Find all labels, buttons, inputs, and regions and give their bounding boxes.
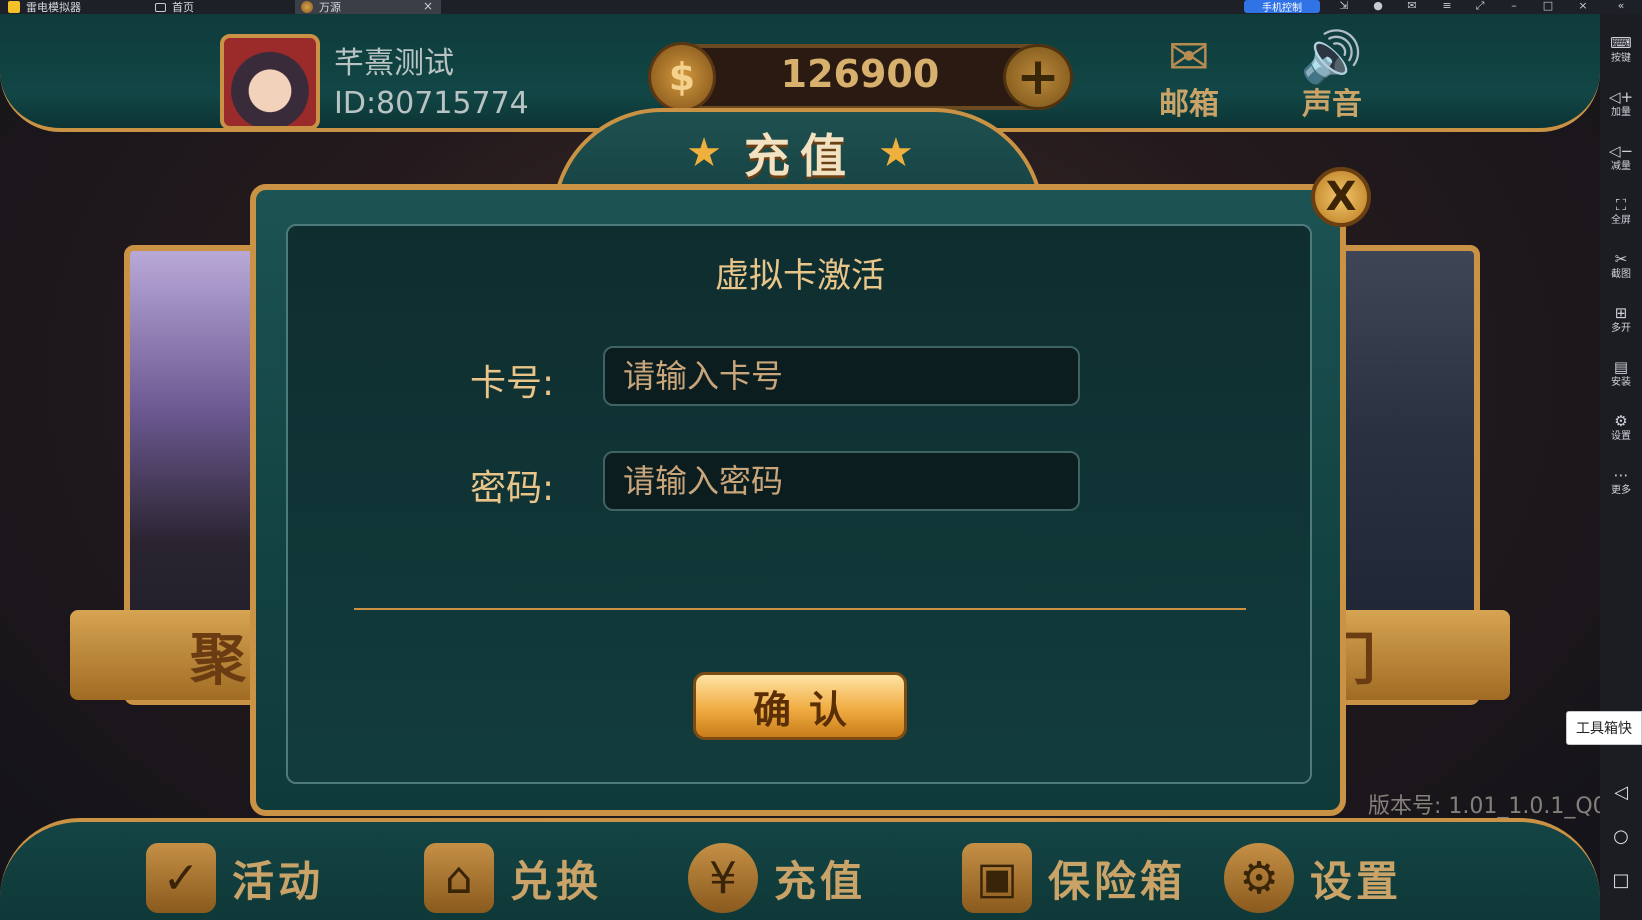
toolbar-multi-instance[interactable]: ⊞ 多开: [1600, 304, 1642, 336]
activity-label: 活动: [232, 856, 325, 906]
coin-icon: $: [648, 42, 716, 112]
tab-label: 万源: [319, 1, 341, 14]
toolbar-fullscreen[interactable]: ⛶ 全屏: [1600, 196, 1642, 228]
plus-icon: +: [1016, 47, 1060, 107]
tab-label: 雷电模拟器: [26, 1, 81, 14]
divider: [354, 608, 1246, 610]
home-circle-icon[interactable]: ○: [1600, 826, 1642, 847]
back-icon[interactable]: ◁: [1600, 782, 1642, 803]
toolbar-label: 截图: [1611, 269, 1631, 280]
safe-button[interactable]: ▣ 保险箱: [962, 838, 1186, 918]
tab-emulator[interactable]: 雷电模拟器: [8, 0, 81, 14]
left-card-ribbon: 聚: [70, 610, 270, 700]
add-coins-button[interactable]: +: [1003, 44, 1073, 110]
section-title: 虚拟卡激活: [715, 256, 885, 296]
tab-game[interactable]: 万源 ×: [295, 0, 441, 14]
settings-label: 设置: [1310, 856, 1403, 906]
dialog-title: 充值: [744, 129, 856, 183]
more-icon: ⋯: [1613, 466, 1629, 484]
close-dialog-button[interactable]: X: [1311, 167, 1371, 227]
volume-up-icon: ◁+: [1608, 88, 1634, 106]
tab-label: 首页: [172, 1, 194, 14]
recents-icon[interactable]: □: [1600, 870, 1642, 891]
mailbox-label: 邮箱: [1159, 87, 1219, 122]
envelope-icon: ✉: [1168, 28, 1210, 86]
toolbar-label: 安装: [1611, 377, 1631, 388]
ribbon-text: 聚: [190, 627, 246, 693]
menu-icon[interactable]: ≡: [1440, 0, 1454, 13]
toolbar-screenshot[interactable]: ✂ 截图: [1600, 250, 1642, 282]
home-icon: [155, 2, 166, 12]
activity-button[interactable]: ✓ 活动: [146, 838, 324, 918]
volume-down-icon: ◁−: [1608, 142, 1634, 160]
tab-home[interactable]: 首页: [155, 0, 194, 14]
shop-icon: ⌂: [424, 843, 494, 913]
password-label: 密码:: [470, 468, 555, 509]
collapse-sidebar-icon[interactable]: «: [1614, 0, 1628, 13]
dialog-title-area: ★ 充值 ★: [670, 120, 930, 186]
exchange-button[interactable]: ⌂ 兑换: [424, 838, 602, 918]
game-icon: [301, 1, 313, 13]
version-label: 版本号: 1.01_1.0.1_Q0: [1368, 794, 1607, 819]
card-number-label: 卡号:: [470, 363, 555, 404]
toolbar-volume-down[interactable]: ◁− 减量: [1600, 142, 1642, 174]
gear-icon: ⚙: [1224, 843, 1294, 913]
message-icon[interactable]: ✉: [1405, 0, 1419, 13]
coin-amount: 126900: [780, 52, 940, 96]
toolbar-label: 全屏: [1611, 215, 1631, 226]
toolbox-tooltip[interactable]: 工具箱快: [1566, 711, 1642, 745]
password-input[interactable]: [603, 451, 1080, 511]
toolbar-label: 多开: [1611, 323, 1631, 334]
toolbar-settings[interactable]: ⚙ 设置: [1600, 412, 1642, 444]
speaker-icon: 🔊: [1300, 28, 1364, 86]
settings-button[interactable]: ⚙ 设置: [1224, 838, 1402, 918]
recharge-label: 充值: [774, 856, 867, 906]
toolbar-keymapping[interactable]: ⌨ 按键: [1600, 34, 1642, 66]
confirm-button[interactable]: 确认: [693, 672, 907, 740]
mailbox-button[interactable]: ✉ 邮箱: [1144, 28, 1234, 128]
toolbar-install-apk[interactable]: ▤ 安装: [1600, 358, 1642, 390]
minimize-icon[interactable]: –: [1507, 0, 1521, 13]
close-window-icon[interactable]: ×: [1576, 0, 1590, 13]
apk-icon: ▤: [1613, 358, 1629, 376]
emulator-title-bar: 雷电模拟器 首页 万源 × 手机控制 ⇲ ● ✉ ≡ ⤢ – □ × «: [0, 0, 1642, 14]
toolbar-label: 减量: [1611, 161, 1631, 172]
sound-button[interactable]: 🔊 声音: [1287, 28, 1377, 128]
user-id: ID:80715774: [334, 86, 529, 121]
money-bag-icon: ¥: [688, 843, 758, 913]
checkbox-icon: ✓: [146, 843, 216, 913]
emulator-logo-icon: [8, 1, 20, 13]
card-number-input[interactable]: [603, 346, 1080, 406]
resize-icon[interactable]: ⤢: [1473, 0, 1487, 13]
gear-icon: ⚙: [1614, 412, 1628, 430]
username: 芊熹测试: [334, 46, 454, 81]
emulator-side-toolbar: ⌨ 按键 ◁+ 加量 ◁− 减量 ⛶ 全屏 ✂ 截图 ⊞ 多开 ▤ 安装 ⚙ 设置 ⋯ 更多 ◁ …: [1600, 14, 1642, 920]
multi-instance-icon: ⊞: [1614, 304, 1628, 322]
recharge-button[interactable]: ¥ 充值: [688, 838, 866, 918]
phone-control-button[interactable]: 手机控制: [1244, 0, 1320, 14]
close-icon: X: [1325, 174, 1357, 220]
keyboard-icon: ⌨: [1610, 34, 1632, 52]
scissors-icon: ✂: [1614, 250, 1628, 268]
avatar[interactable]: [220, 34, 320, 130]
sound-label: 声音: [1302, 87, 1362, 122]
exchange-label: 兑换: [510, 856, 603, 906]
fullscreen-icon: ⛶: [1615, 196, 1627, 214]
close-icon[interactable]: ×: [423, 0, 433, 13]
toolbar-label: 按键: [1611, 53, 1631, 64]
star-icon: ★: [686, 130, 722, 176]
toolbar-label: 设置: [1611, 431, 1631, 442]
maximize-icon[interactable]: □: [1541, 0, 1555, 13]
safe-label: 保险箱: [1048, 856, 1187, 906]
star-icon: ★: [878, 130, 914, 176]
toolbar-more[interactable]: ⋯ 更多: [1600, 466, 1642, 498]
account-icon[interactable]: ●: [1371, 0, 1385, 13]
share-icon[interactable]: ⇲: [1337, 0, 1351, 13]
toolbar-label: 更多: [1611, 485, 1631, 496]
briefcase-icon: ▣: [962, 843, 1032, 913]
toolbar-volume-up[interactable]: ◁+ 加量: [1600, 88, 1642, 120]
toolbar-label: 加量: [1611, 107, 1631, 118]
